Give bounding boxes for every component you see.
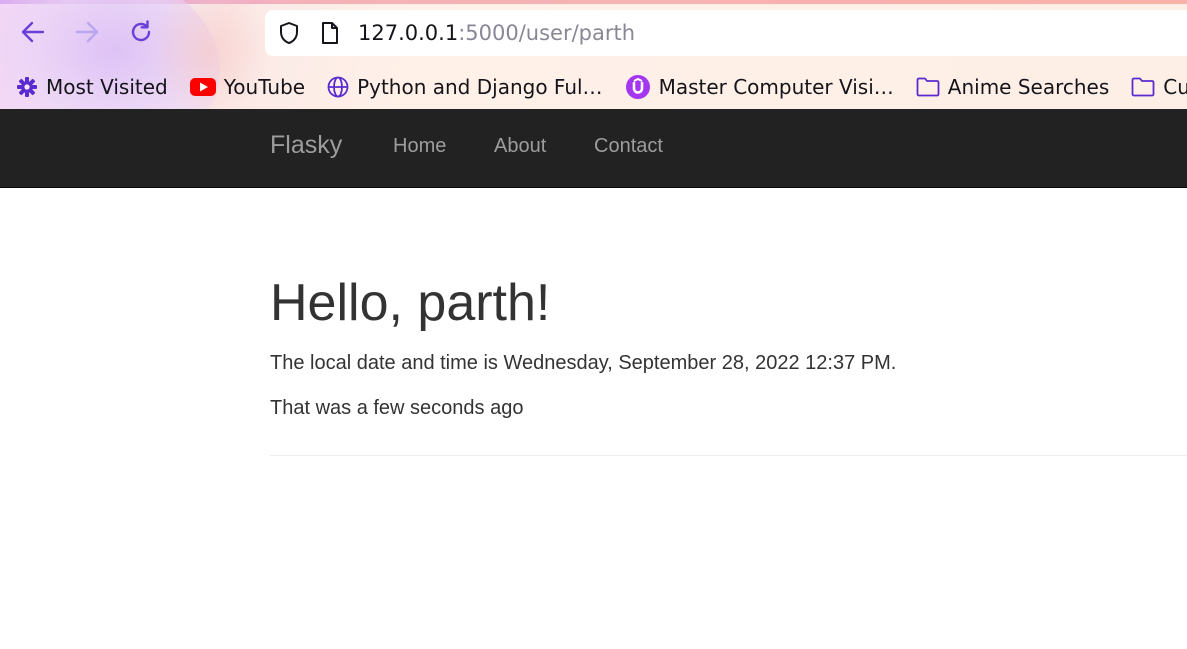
bookmark-label: Anime Searches [947, 75, 1110, 99]
bookmark-label: YouTube [223, 75, 306, 99]
bookmark-folder-curr[interactable]: Curr [1131, 75, 1187, 99]
youtube-icon [189, 77, 216, 97]
bookmark-label: Python and Django Ful… [357, 75, 603, 99]
bookmark-label: Curr [1163, 75, 1187, 99]
page-icon[interactable] [319, 21, 341, 49]
bookmark-python-django[interactable]: Python and Django Ful… [327, 75, 603, 99]
url-host: 127.0.0.1 [358, 21, 459, 45]
gear-icon [16, 76, 38, 98]
reload-button[interactable] [127, 18, 155, 46]
page-heading: Hello, parth! [270, 274, 551, 332]
nav-link-contact[interactable]: Contact [594, 135, 663, 158]
arrow-left-icon [21, 21, 45, 43]
arrow-right-icon [75, 21, 99, 43]
navbar-brand[interactable]: Flasky [270, 131, 342, 160]
site-navbar: Flasky Home About Contact [0, 109, 1187, 188]
nav-link-about[interactable]: About [494, 135, 546, 158]
reload-icon [131, 20, 151, 42]
address-bar[interactable]: 127.0.0.1:5000/user/parth [265, 10, 1187, 56]
globe-icon [327, 76, 349, 98]
browser-toolbar: 127.0.0.1:5000/user/parth [0, 4, 1187, 60]
bookmark-most-visited[interactable]: Most Visited [16, 75, 168, 99]
udemy-icon [625, 74, 651, 100]
relative-time-text: That was a few seconds ago [270, 397, 524, 419]
bookmark-youtube[interactable]: YouTube [189, 75, 306, 99]
datetime-text: The local date and time is Wednesday, Se… [270, 352, 897, 374]
divider [270, 455, 1187, 456]
back-button[interactable] [19, 18, 47, 46]
bookmark-master-computer-vision[interactable]: Master Computer Visi… [625, 74, 894, 100]
url-text[interactable]: 127.0.0.1:5000/user/parth [358, 21, 635, 45]
forward-button[interactable] [73, 18, 101, 46]
bookmark-label: Master Computer Visi… [658, 75, 894, 99]
nav-link-home[interactable]: Home [393, 135, 446, 158]
folder-icon [916, 77, 940, 97]
url-path: :5000/user/parth [458, 21, 636, 45]
bookmarks-toolbar: Most Visited YouTube Python and Django F… [0, 66, 1187, 108]
folder-icon [1131, 77, 1155, 97]
shield-icon[interactable] [277, 21, 301, 49]
bookmark-label: Most Visited [46, 75, 168, 99]
bookmark-folder-anime-searches[interactable]: Anime Searches [916, 75, 1110, 99]
browser-chrome: 127.0.0.1:5000/user/parth Most Visited Y… [0, 0, 1187, 109]
